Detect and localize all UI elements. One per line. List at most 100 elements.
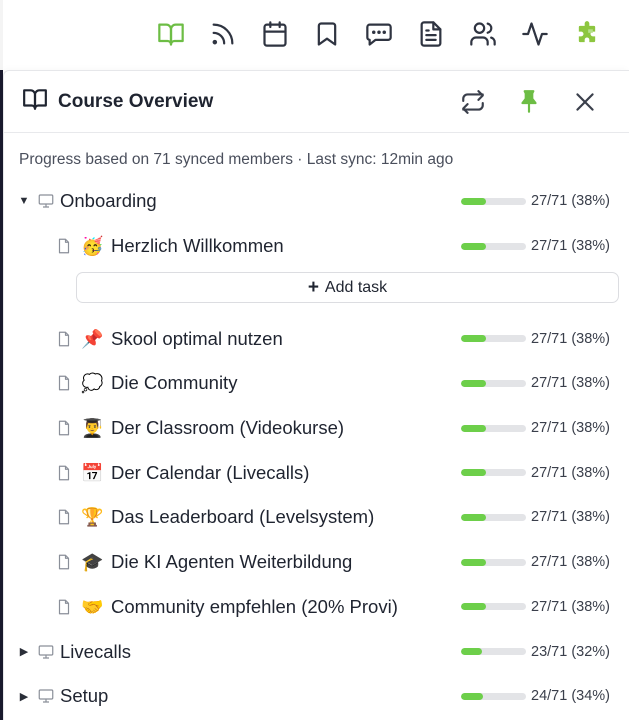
panel-title: Course Overview <box>58 90 214 112</box>
lesson-label[interactable]: Skool optimal nutzen <box>111 328 283 350</box>
progress-count: 27/71 (38%) <box>531 554 610 571</box>
module-label[interactable]: Setup <box>60 685 108 707</box>
course-overview-button[interactable] <box>145 8 197 60</box>
puzzle-icon <box>578 21 596 43</box>
chat-icon <box>366 23 392 46</box>
sync-status: Progress based on 71 synced members · La… <box>19 151 454 168</box>
document-icon <box>55 237 73 255</box>
module-label[interactable]: Livecalls <box>60 641 131 663</box>
book-open-icon <box>22 86 48 117</box>
lesson-label[interactable]: Die KI Agenten Weiterbildung <box>111 551 352 573</box>
add-task-label: Add task <box>324 278 388 296</box>
lesson-label[interactable]: Die Community <box>111 372 237 394</box>
course-overview-panel: Course Overview Progress based on 71 syn… <box>3 70 629 720</box>
add-task-row: + Add task <box>4 272 629 316</box>
monitor-icon <box>37 687 55 705</box>
lesson-row[interactable]: 👨‍🎓 Der Classroom (Videokurse) 27/71 (38%) <box>4 406 629 451</box>
document-icon <box>55 464 73 482</box>
sync-button[interactable] <box>449 82 497 122</box>
lesson-emoji: 🏆 <box>81 507 104 528</box>
module-label[interactable]: Onboarding <box>60 190 157 212</box>
activity-button[interactable] <box>509 8 561 60</box>
close-icon <box>576 92 594 111</box>
module-row[interactable]: ▶ Setup 24/71 (34%) <box>4 674 629 719</box>
lesson-row[interactable]: 📅 Der Calendar (Livecalls) 27/71 (38%) <box>4 450 629 495</box>
course-tree: ▼ Onboarding 27/71 (38%) 🥳 Herzlich Willkomm… <box>4 179 629 719</box>
lesson-row[interactable]: 🥳 Herzlich Willkommen 27/71 (38%) <box>4 224 629 269</box>
lesson-row[interactable]: 📌 Skool optimal nutzen 27/71 (38%) <box>4 316 629 361</box>
caret-down-icon[interactable]: ▼ <box>17 195 31 207</box>
progress-fill <box>461 603 486 611</box>
progress-count: 23/71 (32%) <box>531 643 610 660</box>
progress-fill <box>461 379 486 387</box>
progress-bar <box>461 469 526 477</box>
progress-bar <box>461 692 526 700</box>
progress-fill <box>461 197 486 205</box>
progress-bar <box>461 603 526 611</box>
extension-button[interactable] <box>561 8 613 60</box>
module-row[interactable]: ▶ Livecalls 23/71 (32%) <box>4 629 629 674</box>
module-row[interactable]: ▼ Onboarding 27/71 (38%) <box>4 179 629 224</box>
progress-bar <box>461 648 526 656</box>
progress-count: 27/71 (38%) <box>531 464 610 481</box>
calendar-icon <box>263 21 287 47</box>
lesson-emoji: 💭 <box>81 373 104 394</box>
lesson-label[interactable]: Das Leaderboard (Levelsystem) <box>111 506 374 528</box>
plus-icon: + <box>307 277 319 299</box>
progress-fill <box>461 424 486 432</box>
progress-bar <box>461 513 526 521</box>
progress-count: 27/71 (38%) <box>531 420 610 437</box>
lesson-emoji: 👨‍🎓 <box>81 418 104 439</box>
lesson-label[interactable]: Herzlich Willkommen <box>111 235 284 257</box>
lesson-emoji: 🥳 <box>81 236 104 257</box>
calendar-button[interactable] <box>249 8 301 60</box>
lesson-row[interactable]: 🤝 Community empfehlen (20% Provi) 27/71 (3… <box>4 585 629 630</box>
progress-fill <box>461 335 486 343</box>
document-icon <box>55 508 73 526</box>
progress-count: 27/71 (38%) <box>531 193 610 210</box>
top-toolbar <box>0 0 629 68</box>
caret-right-icon[interactable]: ▶ <box>17 690 31 703</box>
rss-icon <box>212 23 234 45</box>
monitor-icon <box>37 643 55 661</box>
lesson-label[interactable]: Der Calendar (Livecalls) <box>111 462 309 484</box>
bookmarks-button[interactable] <box>301 8 353 60</box>
progress-fill <box>461 558 486 566</box>
progress-bar <box>461 558 526 566</box>
notes-button[interactable] <box>405 8 457 60</box>
lesson-label[interactable]: Community empfehlen (20% Provi) <box>111 596 398 618</box>
lesson-row[interactable]: 💭 Die Community 27/71 (38%) <box>4 361 629 406</box>
progress-fill <box>461 648 482 656</box>
feed-button[interactable] <box>197 8 249 60</box>
close-button[interactable] <box>561 82 609 122</box>
progress-count: 27/71 (38%) <box>531 598 610 615</box>
lesson-emoji: 🤝 <box>81 596 104 617</box>
activity-icon <box>522 22 548 46</box>
caret-right-icon[interactable]: ▶ <box>17 645 31 658</box>
add-task-button[interactable]: + Add task <box>76 272 619 304</box>
progress-bar <box>461 424 526 432</box>
pin-button[interactable] <box>505 82 553 122</box>
progress-count: 27/71 (38%) <box>531 509 610 526</box>
users-icon <box>470 22 496 46</box>
repeat-icon <box>462 89 484 114</box>
chat-button[interactable] <box>353 8 405 60</box>
lesson-emoji: 📌 <box>81 328 104 349</box>
document-icon <box>55 374 73 392</box>
progress-bar <box>461 379 526 387</box>
lesson-row[interactable]: 🏆 Das Leaderboard (Levelsystem) 27/71 (38%… <box>4 495 629 540</box>
members-button[interactable] <box>457 8 509 60</box>
progress-fill <box>461 469 486 477</box>
monitor-icon <box>37 192 55 210</box>
lesson-label[interactable]: Der Classroom (Videokurse) <box>111 417 344 439</box>
lesson-row[interactable]: 🎓 Die KI Agenten Weiterbildung 27/71 (38%) <box>4 540 629 585</box>
progress-count: 24/71 (34%) <box>531 688 610 705</box>
lesson-emoji: 🎓 <box>81 552 104 573</box>
progress-count: 27/71 (38%) <box>531 330 610 347</box>
progress-bar <box>461 197 526 205</box>
progress-fill <box>461 513 486 521</box>
book-open-icon <box>158 23 184 46</box>
document-icon <box>420 21 442 47</box>
panel-header: Course Overview <box>4 71 629 133</box>
pin-icon <box>521 89 537 113</box>
